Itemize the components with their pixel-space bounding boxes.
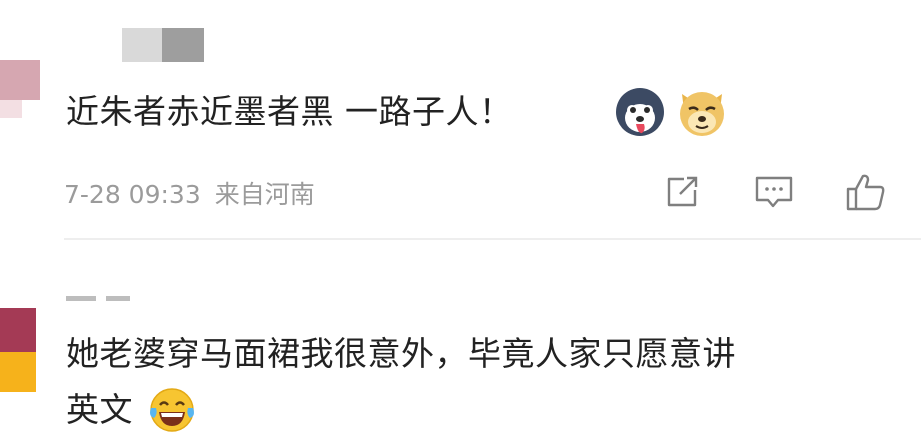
husky-emoji [616, 88, 664, 136]
laughing-tears-emoji [150, 388, 194, 432]
share-icon[interactable] [660, 170, 704, 214]
doge-emoji [680, 92, 724, 136]
comment-icon[interactable] [752, 170, 796, 214]
like-icon[interactable] [844, 170, 888, 214]
timestamp: 7-28 09:33 [64, 180, 201, 209]
comment-text-line-2: 英文 [66, 390, 133, 429]
location: 来自河南 [214, 180, 315, 209]
comment-meta: 7-28 09:33 来自河南 [64, 175, 315, 211]
comment-text: 近朱者赤近墨者黑 一路子人！ [66, 92, 513, 131]
divider [64, 238, 921, 240]
comment-text-line-1: 她老婆穿马面裙我很意外，毕竟人家只愿意讲 [66, 334, 736, 373]
